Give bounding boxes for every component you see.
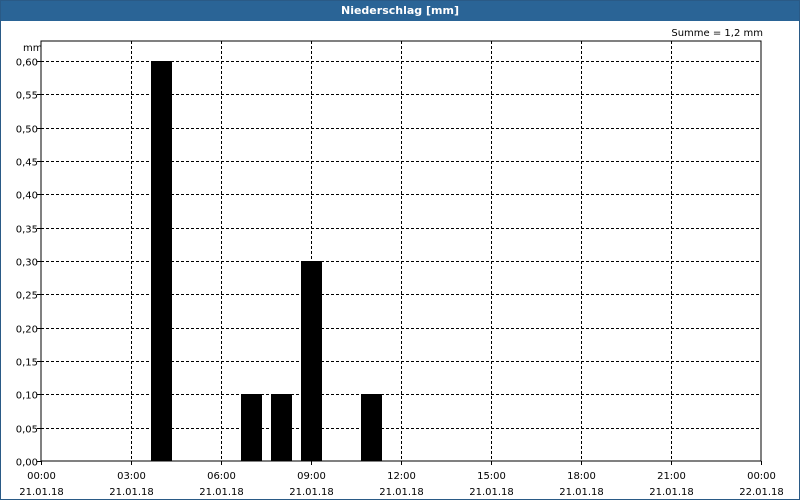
x-tick-date-label: 21.01.18 bbox=[559, 487, 604, 498]
y-tick-label: 0,40 bbox=[16, 191, 38, 202]
y-tick-label: 0,35 bbox=[16, 225, 38, 236]
x-tick-date-label: 21.01.18 bbox=[289, 487, 334, 498]
chart-window: Niederschlag [mm] Summe = 1,2 mm mm 0,00… bbox=[0, 0, 800, 500]
x-tick-time-label: 09:00 bbox=[297, 471, 326, 482]
x-tick-date-label: 21.01.18 bbox=[379, 487, 424, 498]
x-tick-date-label: 21.01.18 bbox=[199, 487, 244, 498]
y-tick-label: 0,25 bbox=[16, 291, 38, 302]
x-tick-time-label: 21:00 bbox=[657, 471, 686, 482]
y-tick-label: 0,15 bbox=[16, 358, 38, 369]
precipitation-bar bbox=[271, 394, 292, 461]
x-tick-time-label: 00:00 bbox=[747, 471, 776, 482]
x-tick-time-label: 12:00 bbox=[387, 471, 416, 482]
y-tick-label: 0,50 bbox=[16, 125, 38, 136]
y-tick-label: 0,45 bbox=[16, 158, 38, 169]
y-tick-label: 0,55 bbox=[16, 91, 38, 102]
precipitation-bar bbox=[151, 61, 172, 461]
precipitation-bar bbox=[241, 394, 262, 461]
y-tick-label: 0,05 bbox=[16, 425, 38, 436]
precipitation-bar bbox=[361, 394, 382, 461]
x-tick-date-label: 21.01.18 bbox=[649, 487, 694, 498]
x-tick-date-label: 21.01.18 bbox=[109, 487, 154, 498]
x-tick-time-label: 15:00 bbox=[477, 471, 506, 482]
y-axis-label: mm bbox=[23, 43, 42, 54]
y-tick-label: 0,10 bbox=[16, 391, 38, 402]
x-tick-time-label: 06:00 bbox=[207, 471, 236, 482]
y-tick-label: 0,30 bbox=[16, 258, 38, 269]
x-tick-date-label: 22.01.18 bbox=[739, 487, 784, 498]
y-tick-label: 0,60 bbox=[16, 58, 38, 69]
precipitation-chart: mm 0,00 0,05 0,10 0,15 0,20 0,25 0,30 0,35 0,40 0… bbox=[16, 40, 784, 498]
x-tick-time-label: 00:00 bbox=[27, 471, 56, 482]
y-tick-label: 0,20 bbox=[16, 325, 38, 336]
precipitation-bar bbox=[301, 261, 322, 461]
x-tick-date-label: 21.01.18 bbox=[469, 487, 514, 498]
x-tick-time-label: 18:00 bbox=[567, 471, 596, 482]
x-tick-time-label: 03:00 bbox=[117, 471, 146, 482]
x-tick-date-label: 21.01.18 bbox=[19, 487, 64, 498]
y-tick-label: 0,00 bbox=[16, 458, 38, 469]
